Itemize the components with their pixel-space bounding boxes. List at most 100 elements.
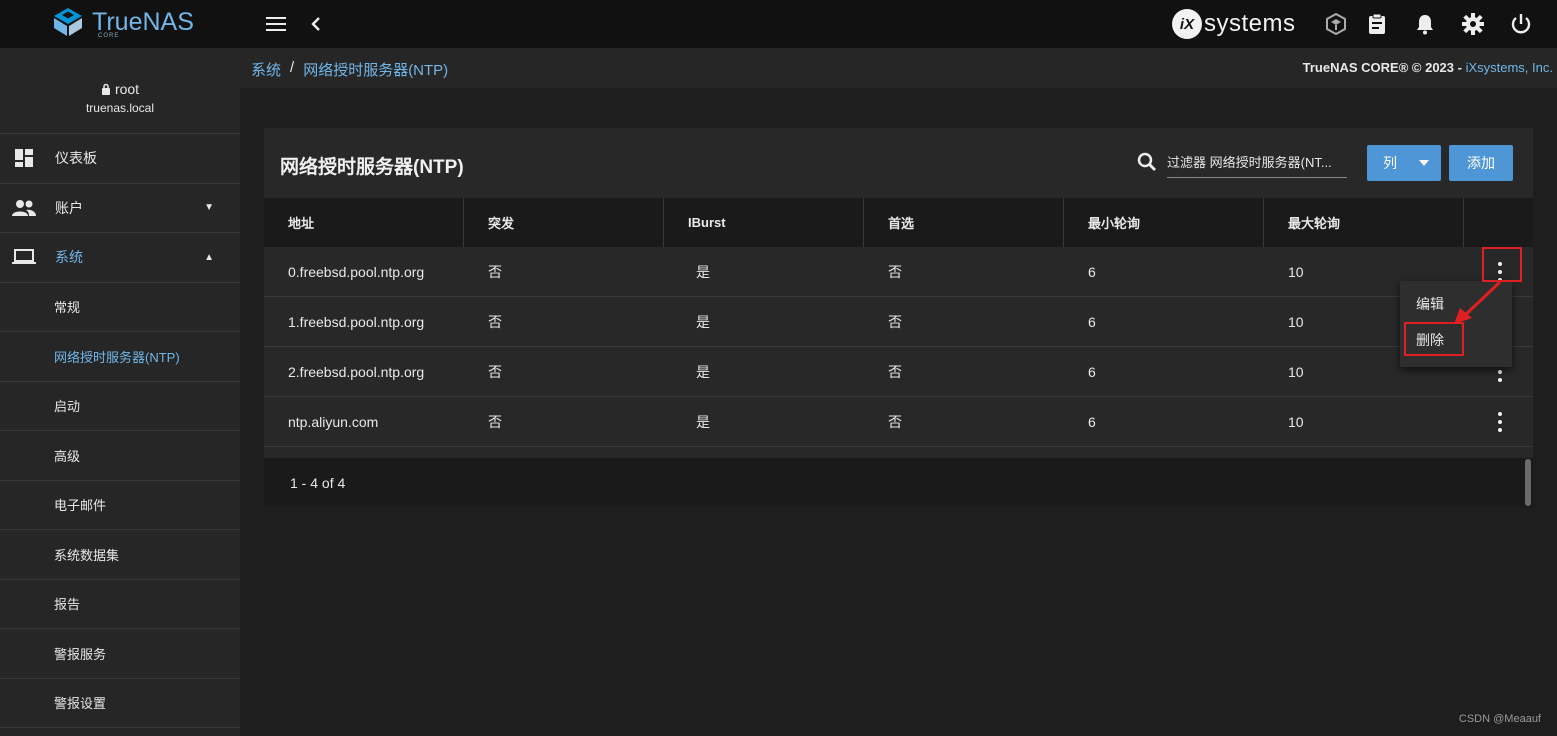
cell-burst: 否 — [488, 364, 502, 380]
watermark: CSDN @Meaauf — [1458, 713, 1541, 725]
add-button[interactable]: 添加 — [1449, 145, 1513, 181]
cell-maxpoll: 10 — [1288, 314, 1304, 330]
host-name: truenas.local — [85, 101, 155, 115]
sidebar-item-system-dataset[interactable]: 系统数据集 — [0, 530, 240, 580]
table-footer: 1 - 4 of 4 — [264, 458, 1533, 507]
scrollbar[interactable] — [1525, 459, 1531, 506]
sidebar-item-label: 启动 — [54, 399, 81, 415]
sidebar-item-general[interactable]: 常规 — [0, 283, 240, 332]
cell-maxpoll: 10 — [1288, 414, 1304, 430]
user-block: root truenas.local — [0, 48, 240, 134]
sidebar-item-label: 常规 — [54, 300, 81, 316]
top-bar: TrueNAS CORE iX systems — [0, 0, 1557, 48]
cell-maxpoll: 10 — [1288, 364, 1304, 380]
cell-address: 2.freebsd.pool.ntp.org — [288, 364, 425, 380]
breadcrumb-system[interactable]: 系统 — [251, 59, 281, 80]
cell-iburst: 是 — [696, 264, 710, 280]
ntp-servers-card: 网络授时服务器(NTP) 列 添加 地址 突发 IBurst 首选 最小轮询 最… — [264, 128, 1533, 507]
columns-button[interactable]: 列 — [1367, 145, 1441, 181]
truecommand-icon[interactable] — [1324, 12, 1348, 36]
ixsystems-logo-text: systems — [1204, 10, 1296, 37]
cell-address: 1.freebsd.pool.ntp.org — [288, 314, 425, 330]
sidebar-item-advanced[interactable]: 高级 — [0, 431, 240, 481]
breadcrumb-ntp[interactable]: 网络授时服务器(NTP) — [303, 59, 448, 80]
column-header-burst[interactable]: 突发 — [464, 198, 664, 247]
sidebar-item-label: 警报设置 — [54, 696, 107, 712]
menu-icon[interactable] — [264, 12, 288, 36]
table-row: ntp.aliyun.com 否 是 否 6 10 — [264, 397, 1533, 447]
sidebar-item-label: 系统数据集 — [54, 547, 120, 563]
cell-prefer: 否 — [888, 264, 902, 280]
sidebar-item-system[interactable]: 系统 ▲ — [0, 233, 240, 283]
cell-address: 0.freebsd.pool.ntp.org — [288, 264, 425, 280]
chevron-left-icon[interactable] — [304, 12, 328, 36]
truenas-logo[interactable]: TrueNAS — [50, 6, 194, 38]
people-icon — [12, 196, 36, 220]
table-row: 0.freebsd.pool.ntp.org 否 是 否 6 10 — [264, 247, 1533, 297]
table-row: 1.freebsd.pool.ntp.org 否 是 否 6 10 — [264, 297, 1533, 347]
sidebar-item-label: 警报服务 — [54, 646, 107, 662]
cell-minpoll: 6 — [1088, 264, 1096, 280]
bell-icon[interactable] — [1413, 12, 1437, 36]
cell-burst: 否 — [488, 414, 502, 430]
sidebar: root truenas.local 仪表板 账户 ▼ 系统 ▲ 常规 网络授时… — [0, 48, 240, 736]
power-icon[interactable] — [1509, 12, 1533, 36]
sidebar-item-label: 系统 — [55, 249, 83, 266]
sidebar-item-label: 报告 — [54, 597, 81, 613]
sidebar-item-reporting[interactable]: 报告 — [0, 580, 240, 629]
sidebar-item-boot[interactable]: 启动 — [0, 382, 240, 431]
more-vert-icon[interactable] — [1497, 412, 1503, 432]
sidebar-item-dashboard[interactable]: 仪表板 — [0, 134, 240, 184]
sidebar-item-alert-services[interactable]: 警报服务 — [0, 629, 240, 679]
sidebar-item-label: 账户 — [55, 199, 83, 216]
arrow-annotation-icon — [1454, 280, 1502, 324]
ixsystems-logo-mark: iX — [1172, 9, 1202, 39]
cell-minpoll: 6 — [1088, 364, 1096, 380]
filter-input[interactable] — [1167, 148, 1347, 178]
highlight-box-kebab — [1482, 247, 1522, 282]
copyright-text: TrueNAS CORE® © 2023 - — [1302, 60, 1466, 75]
truenas-logo-mark-icon — [54, 8, 82, 36]
sidebar-item-accounts[interactable]: 账户 ▼ — [0, 184, 240, 233]
column-header-iburst[interactable]: IBurst — [664, 198, 864, 247]
ixsystems-link[interactable]: iXsystems, Inc. — [1466, 60, 1553, 75]
sidebar-item-alert-settings[interactable]: 警报设置 — [0, 679, 240, 728]
lock-icon — [101, 83, 110, 95]
logo-text: TrueNAS — [92, 7, 194, 36]
sidebar-item-label: 电子邮件 — [54, 498, 107, 514]
caret-down-icon: ▼ — [204, 202, 214, 214]
breadcrumb-separator: / — [290, 59, 295, 76]
table-row: 2.freebsd.pool.ntp.org 否 是 否 6 10 — [264, 347, 1533, 397]
sidebar-item-label: 高级 — [54, 448, 81, 464]
cell-iburst: 是 — [696, 364, 710, 380]
sidebar-item-email[interactable]: 电子邮件 — [0, 481, 240, 530]
cell-burst: 否 — [488, 264, 502, 280]
dashboard-icon — [12, 146, 36, 170]
cell-prefer: 否 — [888, 364, 902, 380]
sidebar-item-ntp[interactable]: 网络授时服务器(NTP) — [0, 332, 240, 382]
user-name-label: root — [114, 81, 140, 97]
table-header: 地址 突发 IBurst 首选 最小轮询 最大轮询 — [264, 198, 1533, 247]
laptop-icon — [12, 245, 36, 269]
clipboard-icon[interactable] — [1365, 12, 1389, 36]
cell-iburst: 是 — [696, 314, 710, 330]
cell-maxpoll: 10 — [1288, 264, 1304, 280]
sidebar-item-label: 网络授时服务器(NTP) — [54, 349, 180, 365]
breadcrumb-bar: 系统 / 网络授时服务器(NTP) TrueNAS CORE® © 2023 -… — [240, 48, 1557, 88]
columns-button-label: 列 — [1383, 155, 1397, 171]
column-header-address[interactable]: 地址 — [264, 198, 464, 247]
search-icon — [1137, 152, 1156, 171]
gear-icon[interactable] — [1461, 12, 1485, 36]
column-header-maxpoll[interactable]: 最大轮询 — [1264, 198, 1464, 247]
caret-down-icon — [1419, 160, 1429, 166]
breadcrumb: 系统 / 网络授时服务器(NTP) — [251, 59, 448, 80]
cell-minpoll: 6 — [1088, 314, 1096, 330]
column-header-prefer[interactable]: 首选 — [864, 198, 1064, 247]
page-title: 网络授时服务器(NTP) — [280, 157, 464, 178]
cell-iburst: 是 — [696, 414, 710, 430]
logo-subtext: CORE — [98, 33, 120, 39]
user-name: root — [0, 81, 240, 97]
ixsystems-logo[interactable]: iX systems — [1172, 9, 1296, 39]
column-header-minpoll[interactable]: 最小轮询 — [1064, 198, 1264, 247]
cell-address: ntp.aliyun.com — [288, 414, 379, 430]
